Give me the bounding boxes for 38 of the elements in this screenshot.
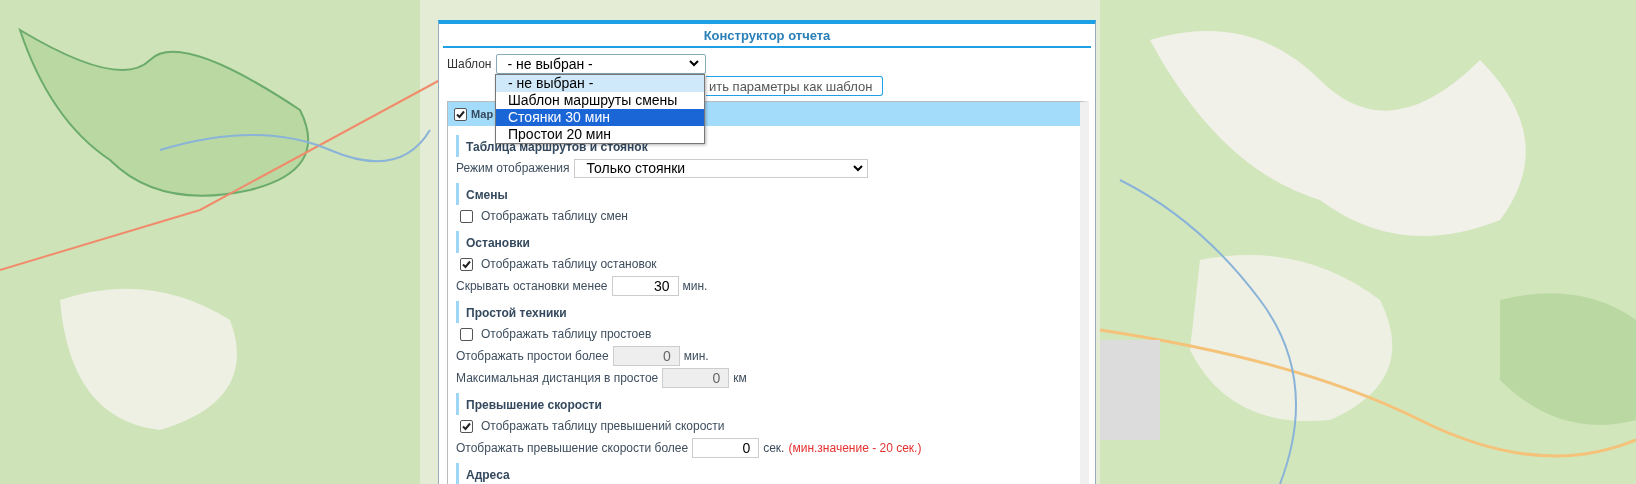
number-field[interactable]: 0 (692, 438, 760, 458)
chevron-icon (852, 164, 863, 172)
field-label: Максимальная дистанция в простое (456, 371, 659, 385)
checkbox[interactable] (460, 327, 473, 341)
mode-select[interactable]: Только стоянки (573, 158, 868, 178)
dropdown-option[interactable]: - не выбран - (496, 75, 704, 92)
section-heading: Превышение скорости (466, 398, 602, 412)
checkbox-label: Отображать таблицу превышений скорости (481, 419, 725, 433)
dropdown-option[interactable]: Стоянки 30 мин (496, 109, 704, 126)
field-label: Отображать простои более (456, 349, 609, 363)
template-select[interactable]: - не выбран - (496, 53, 707, 74)
section-heading: Адреса (466, 468, 510, 482)
dialog-title: Конструктор отчета (443, 24, 1091, 48)
section-heading: Смены (466, 188, 508, 202)
checkbox-label: Отображать таблицу остановок (481, 257, 657, 271)
section-heading: Таблица маршрутов и стоянок (466, 140, 648, 154)
field-label: Режим отображения (456, 161, 570, 175)
save-template-button[interactable]: ить параметры как шаблон (706, 76, 883, 96)
unit-label: мин. (683, 349, 709, 363)
section-heading: Остановки (466, 236, 530, 250)
unit-label: км (733, 371, 747, 385)
field-label: Шаблон (447, 56, 492, 71)
dropdown-option[interactable]: Простои 20 мин (496, 126, 704, 143)
unit-label: сек. (763, 441, 785, 455)
checkbox[interactable] (460, 209, 473, 223)
hint-text: (мин.значение - 20 сек.) (788, 441, 922, 455)
checkbox[interactable] (454, 107, 467, 121)
group-label: Мар (471, 108, 494, 120)
checkbox-label: Отображать таблицу смен (481, 209, 628, 223)
field-label: Скрывать остановки менее (456, 279, 608, 293)
section-heading: Простой техники (466, 306, 567, 320)
unit-label: мин. (682, 279, 708, 293)
checkbox[interactable] (460, 257, 473, 271)
chevron-icon (689, 60, 700, 67)
number-field[interactable]: 30 (611, 276, 679, 296)
field-label: Отображать превышение скорости более (456, 441, 689, 455)
checkbox-label: Отображать таблицу простоев (481, 327, 652, 341)
checkbox[interactable] (460, 419, 473, 433)
